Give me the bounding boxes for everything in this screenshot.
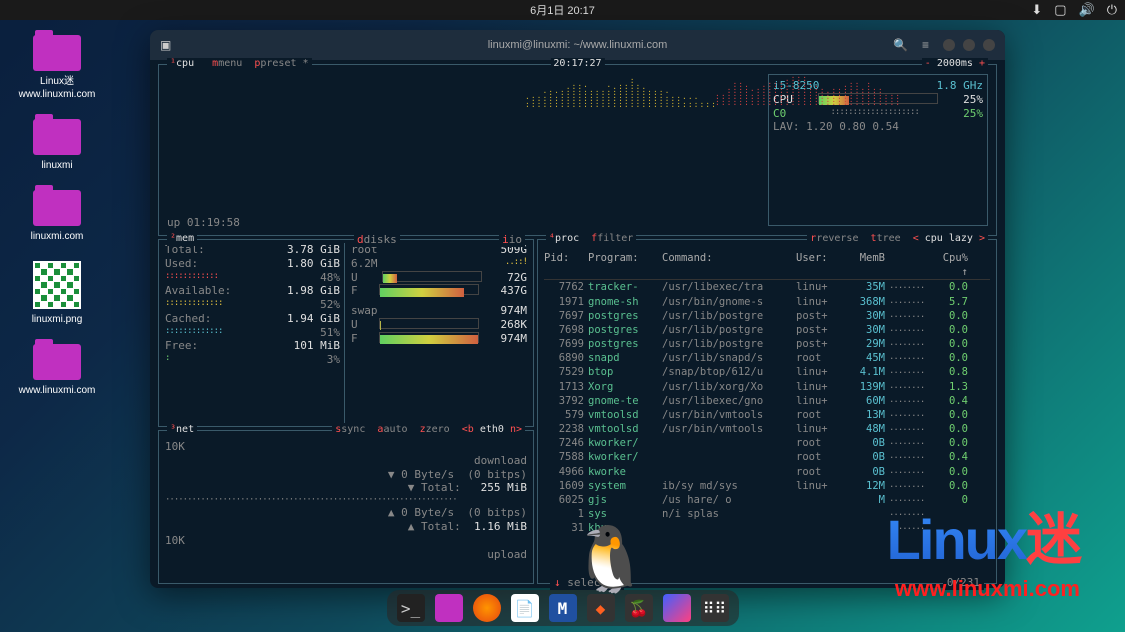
proc-row[interactable]: 7588kworker/root0B........0.4 [544, 450, 990, 464]
terminal-titlebar[interactable]: ▣ linuxmi@linuxmi: ~/www.linuxmi.com 🔍 ≡ [150, 30, 1005, 60]
proc-row[interactable]: 1713Xorg/usr/lib/xorg/Xolinu+139M.......… [544, 380, 990, 394]
desktop-folder[interactable]: www.linuxmi.com [12, 344, 102, 397]
cherrytree-icon[interactable]: 🍒 [625, 594, 653, 622]
terminal-app-icon[interactable]: >_ [397, 594, 425, 622]
terminal-window[interactable]: ▣ linuxmi@linuxmi: ~/www.linuxmi.com 🔍 ≡… [150, 30, 1005, 588]
proc-row[interactable]: 7699postgres/usr/lib/postgrepost+29M....… [544, 337, 990, 351]
load-average: LAV: 1.20 0.80 0.54 [773, 120, 983, 134]
uptime: up 01:19:58 [167, 216, 240, 230]
sort-left[interactable]: < [913, 233, 919, 244]
proc-row[interactable]: 7762tracker-/usr/libexec/tralinu+35M....… [544, 280, 990, 294]
proc-row[interactable]: 3792gnome-te/usr/libexec/gnolinu+60M....… [544, 394, 990, 408]
cpu-box: ¹cpu mmenu ppreset * 20:17:27 - 2000ms +… [158, 64, 997, 236]
text-editor-icon[interactable]: 📄 [511, 594, 539, 622]
desktop-file-qr[interactable]: linuxmi.png [12, 261, 102, 326]
clock[interactable]: 6月1日 20:17 [530, 2, 595, 18]
proc-row[interactable]: 579vmtoolsd/usr/bin/vmtoolsroot13M......… [544, 408, 990, 422]
proc-row[interactable]: 1971gnome-sh/usr/bin/gnome-slinu+368M...… [544, 295, 990, 309]
desktop-folder[interactable]: linuxmi [12, 119, 102, 172]
terminal-menu-icon[interactable]: ▣ [160, 38, 171, 52]
tux-logo: 🐧 [570, 522, 650, 597]
window-close-icon[interactable] [983, 39, 995, 51]
proc-row[interactable]: 4966kworkeroot0B........0.0 [544, 465, 990, 479]
dock[interactable]: >_ 📄 M ◆ 🍒 ⠿⠿ [387, 590, 739, 626]
proc-row[interactable]: 7529btop/snap/btop/612/ulinu+4.1M.......… [544, 365, 990, 379]
proc-row[interactable]: 7698postgres/usr/lib/postgrepost+30M....… [544, 323, 990, 337]
proc-row[interactable]: 1609system ib/sy md/syslinu+12M........0… [544, 479, 990, 493]
terminal-title: linuxmi@linuxmi: ~/www.linuxmi.com [488, 39, 668, 51]
sort-right[interactable]: > [979, 233, 985, 244]
desktop-folder[interactable]: Linux迷 www.linuxmi.com [12, 35, 102, 101]
firefox-icon[interactable] [473, 594, 501, 622]
volume-icon[interactable]: 🔊 [1079, 2, 1095, 18]
proc-row[interactable]: 7697postgres/usr/lib/postgrepost+30M....… [544, 309, 990, 323]
power-icon[interactable]: ⏻ [1107, 2, 1117, 18]
rate-plus[interactable]: + [979, 58, 985, 69]
desktop-icons: Linux迷 www.linuxmi.com linuxmi linuxmi.c… [12, 35, 102, 415]
search-icon[interactable]: 🔍 [893, 38, 908, 52]
burp-icon[interactable]: ◆ [587, 594, 615, 622]
rate-minus[interactable]: - [925, 58, 931, 69]
proc-row[interactable]: 6890snapd/usr/lib/snapd/sroot45M........… [544, 351, 990, 365]
watermark: Linux迷 www.linuxmi.com [887, 495, 1080, 602]
desktop-folder[interactable]: linuxmi.com [12, 190, 102, 243]
net-box: ³net ssync aauto zzero <b eth0 n> 10K do… [158, 430, 534, 584]
metasploit-icon[interactable]: M [549, 594, 577, 622]
btop-tui[interactable]: ¹cpu mmenu ppreset * 20:17:27 - 2000ms +… [150, 60, 1005, 588]
files-app-icon[interactable] [435, 594, 463, 622]
proc-row[interactable]: 7246kworker/root0B........0.0 [544, 436, 990, 450]
window-min-icon[interactable] [943, 39, 955, 51]
apps-grid-icon[interactable]: ⠿⠿ [701, 594, 729, 622]
minimize-icon[interactable]: ▢ [1054, 2, 1066, 18]
screenshot-icon[interactable] [663, 594, 691, 622]
menu-icon[interactable]: ≡ [922, 38, 929, 52]
gnome-topbar[interactable]: 6月1日 20:17 ⬇ ▢ 🔊 ⏻ [0, 0, 1125, 20]
network-icon[interactable]: ⬇ [1031, 2, 1042, 18]
mem-box: ²mem Total:3.78 GiB Used:1.80 GiB ::::::… [158, 239, 534, 427]
window-max-icon[interactable] [963, 39, 975, 51]
proc-row[interactable]: 2238vmtoolsd/usr/bin/vmtoolslinu+48M....… [544, 422, 990, 436]
